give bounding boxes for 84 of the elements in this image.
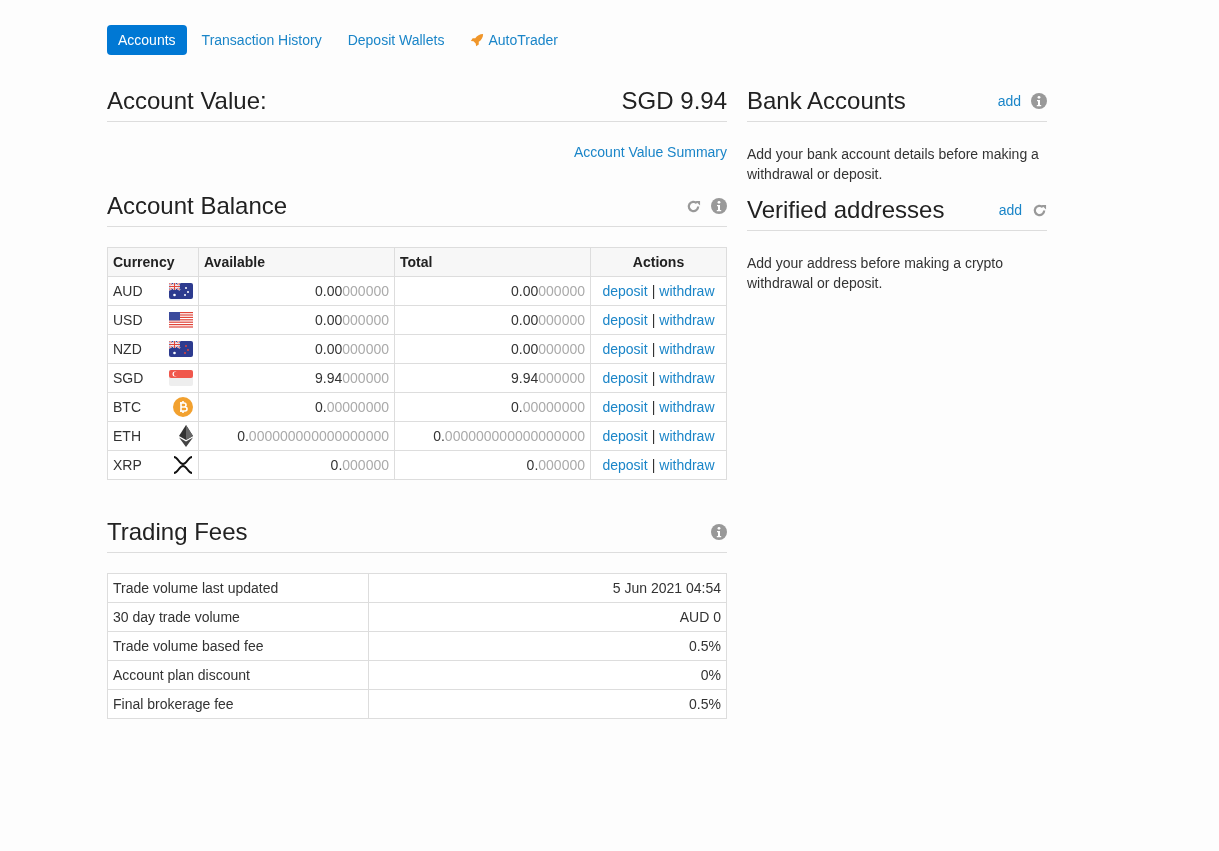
section-title: Verified addresses xyxy=(747,196,945,224)
link-separator: | xyxy=(651,341,656,357)
nav-tab[interactable]: Accounts xyxy=(107,25,187,55)
link-separator: | xyxy=(651,457,656,473)
section-title: Account Balance xyxy=(107,192,288,220)
refresh-icon[interactable] xyxy=(1032,202,1047,218)
withdraw-link[interactable]: withdraw xyxy=(659,399,715,415)
withdraw-link[interactable]: withdraw xyxy=(659,370,715,386)
deposit-link[interactable]: deposit xyxy=(602,370,648,386)
section-title: Bank Accounts xyxy=(747,87,906,115)
hint-text: Add your bank account details before making a withdrawal or deposit. xyxy=(747,145,1040,184)
amount-cell: 0.00000000 xyxy=(198,276,395,306)
nav-tab[interactable]: Transaction History xyxy=(190,25,333,55)
rocket-icon xyxy=(470,33,485,47)
amount-cell: 0.000000 xyxy=(394,450,591,480)
withdraw-link[interactable]: withdraw xyxy=(659,428,715,444)
column-header: Total xyxy=(394,247,591,277)
flag-icon xyxy=(169,283,193,299)
currency-code: USD xyxy=(113,312,143,328)
link-separator: | xyxy=(651,283,656,299)
refresh-icon[interactable] xyxy=(686,198,701,214)
hint-text: Add your address before making a crypto withdrawal or deposit. xyxy=(747,254,1005,293)
amount-cell: 9.94000000 xyxy=(198,363,395,393)
fee-label: 30 day trade volume xyxy=(107,602,369,632)
withdraw-link[interactable]: withdraw xyxy=(659,341,715,357)
fee-value: 0.5% xyxy=(368,631,727,661)
amount-cell: 0.00000000 xyxy=(394,392,591,422)
fee-value: AUD 0 xyxy=(368,602,727,632)
fee-label: Final brokerage fee xyxy=(107,689,369,719)
withdraw-link[interactable]: withdraw xyxy=(659,312,715,328)
amount-cell: 9.94000000 xyxy=(394,363,591,393)
x-logo-icon xyxy=(173,456,193,474)
link-separator: | xyxy=(651,370,656,386)
nav-tab[interactable]: AutoTrader xyxy=(459,25,569,55)
amount-cell: 0.00000000 xyxy=(394,276,591,306)
withdraw-link[interactable]: withdraw xyxy=(659,283,715,299)
amount-cell: 0.000000 xyxy=(198,450,395,480)
withdraw-link[interactable]: withdraw xyxy=(659,457,715,473)
link-separator: | xyxy=(651,428,656,444)
currency-code: ETH xyxy=(113,428,141,444)
link-separator: | xyxy=(651,399,656,415)
account-value: SGD 9.94 xyxy=(621,87,727,115)
summary-link[interactable]: Account Value Summary xyxy=(573,144,727,160)
fee-label: Account plan discount xyxy=(107,660,369,690)
deposit-link[interactable]: deposit xyxy=(602,341,648,357)
flag-icon xyxy=(169,370,193,386)
column-header: Available xyxy=(198,247,395,277)
column-header: Actions xyxy=(590,247,727,277)
deposit-link[interactable]: deposit xyxy=(602,457,648,473)
amount-cell: 0.00000000 xyxy=(394,334,591,364)
fee-value: 5 Jun 2021 04:54 xyxy=(368,573,727,603)
ethereum-icon xyxy=(179,425,193,447)
currency-code: NZD xyxy=(113,341,142,357)
amount-cell: 0.00000000 xyxy=(394,305,591,335)
add-link[interactable]: add xyxy=(998,202,1022,218)
deposit-link[interactable]: deposit xyxy=(602,312,648,328)
amount-cell: 0.00000000 xyxy=(198,305,395,335)
section-title: Trading Fees xyxy=(107,518,248,546)
amount-cell: 0.000000000000000000 xyxy=(394,421,591,451)
deposit-link[interactable]: deposit xyxy=(602,399,648,415)
info-icon[interactable] xyxy=(711,198,727,214)
link-separator: | xyxy=(651,312,656,328)
fee-label: Trade volume based fee xyxy=(107,631,369,661)
fee-label: Trade volume last updated xyxy=(107,573,369,603)
add-link[interactable]: add xyxy=(997,93,1021,109)
amount-cell: 0.00000000 xyxy=(198,334,395,364)
amount-cell: 0.000000000000000000 xyxy=(198,421,395,451)
column-header: Currency xyxy=(107,247,199,277)
deposit-link[interactable]: deposit xyxy=(602,283,648,299)
section-title: Account Value: xyxy=(107,87,267,115)
deposit-link[interactable]: deposit xyxy=(602,428,648,444)
amount-cell: 0.00000000 xyxy=(198,392,395,422)
fee-value: 0.5% xyxy=(368,689,727,719)
bitcoin-icon xyxy=(173,397,193,417)
info-icon[interactable] xyxy=(711,524,727,540)
fee-value: 0% xyxy=(368,660,727,690)
flag-icon xyxy=(169,341,193,357)
currency-code: AUD xyxy=(113,283,143,299)
currency-code: SGD xyxy=(113,370,144,386)
nav-tab[interactable]: Deposit Wallets xyxy=(336,25,456,55)
currency-code: BTC xyxy=(113,399,141,415)
currency-code: XRP xyxy=(113,457,142,473)
info-icon[interactable] xyxy=(1031,93,1047,109)
flag-icon xyxy=(169,312,193,328)
